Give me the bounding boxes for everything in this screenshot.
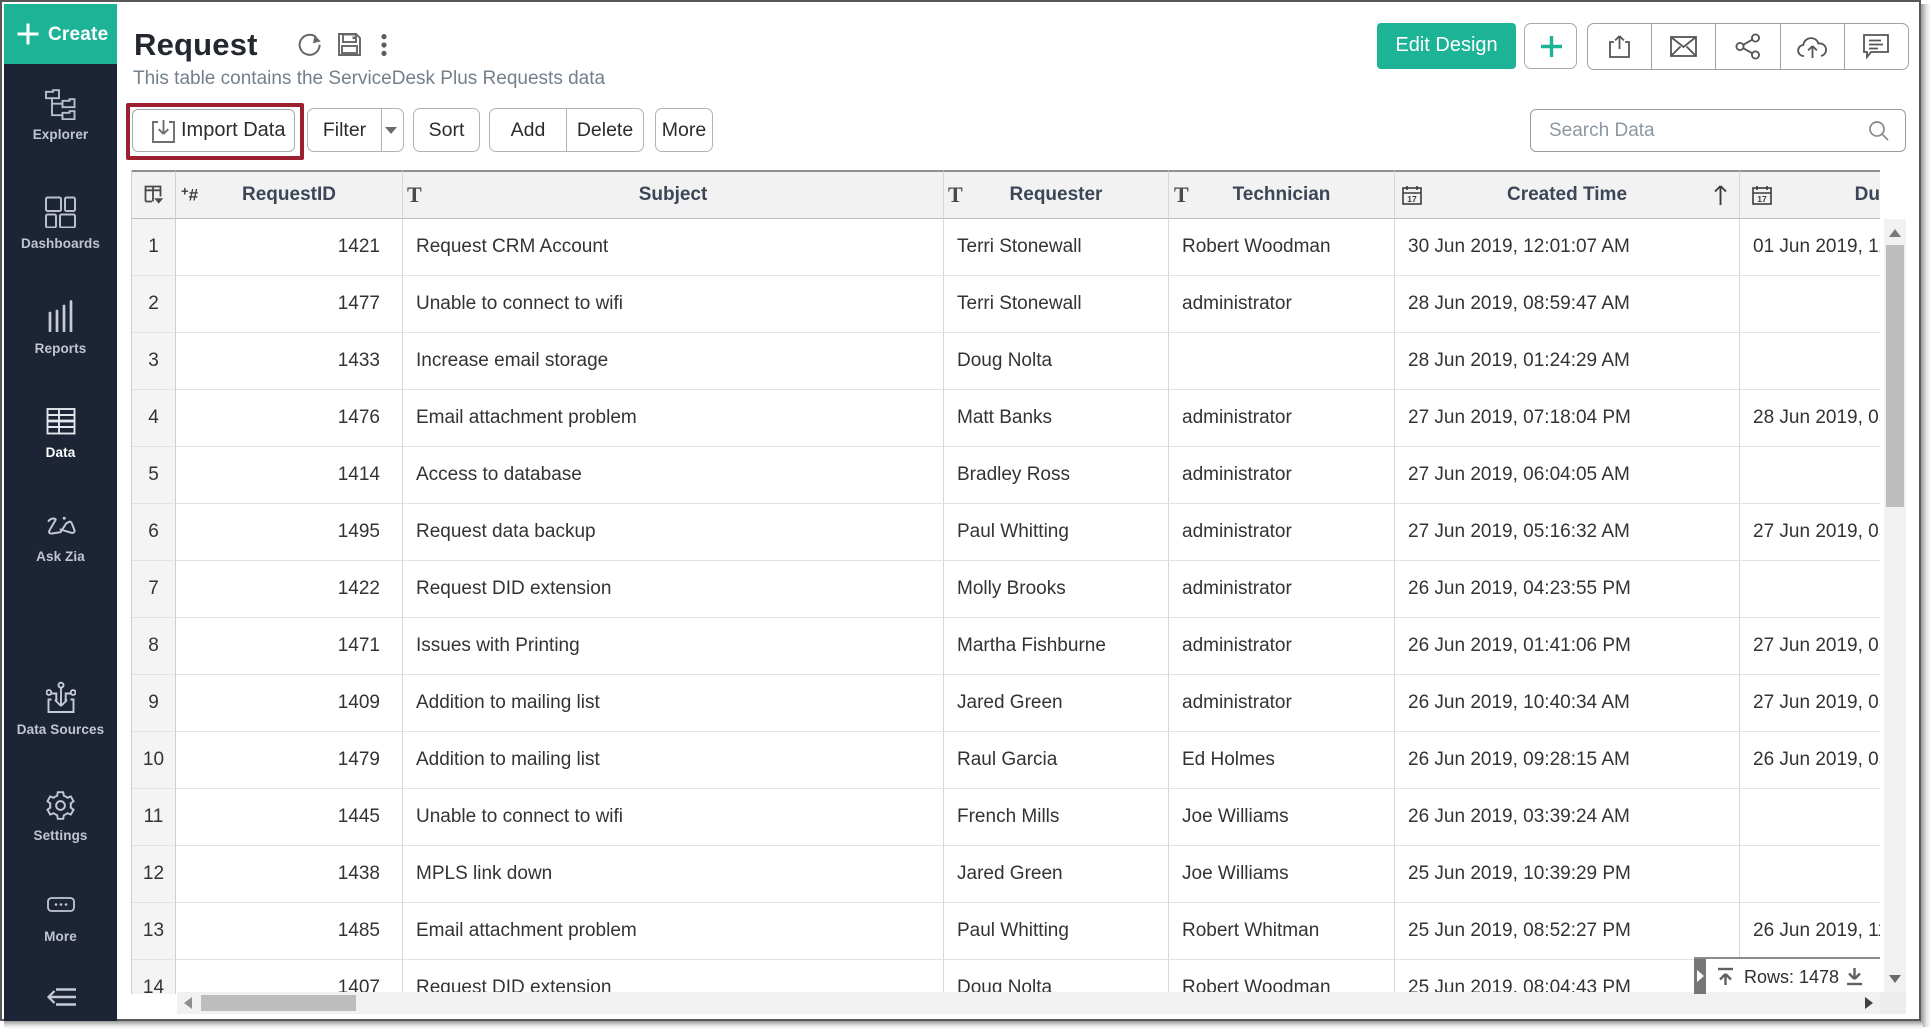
svg-text:17: 17 (1407, 194, 1417, 204)
svg-text:17: 17 (1757, 194, 1767, 204)
